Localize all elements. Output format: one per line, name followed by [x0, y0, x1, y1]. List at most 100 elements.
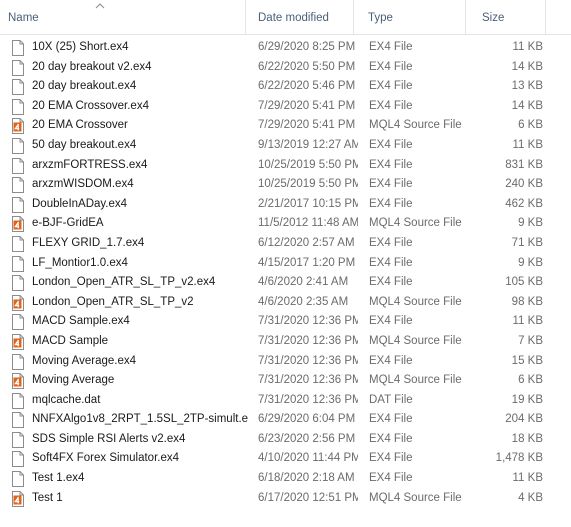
file-type: MQL4 Source File [369, 119, 462, 132]
file-type: EX4 File [369, 60, 413, 73]
file-row[interactable]: 20 day breakout v2.ex4 6/22/2020 5:50 PM E… [0, 58, 571, 78]
file-row[interactable]: Moving Average 7/31/2020 12:36 PM MQL4 Sou… [0, 371, 571, 391]
file-row[interactable]: Test 1.ex4 6/18/2020 2:18 AM EX4 File 11 KB [0, 469, 571, 489]
file-row[interactable]: mqlcache.dat 7/31/2020 12:36 PM DAT File 19… [0, 391, 571, 411]
file-name: 20 day breakout.ex4 [32, 80, 137, 93]
file-row[interactable]: London_Open_ATR_SL_TP_v2 4/6/2020 2:35 AM… [0, 293, 571, 313]
file-date-modified: 6/22/2020 5:46 PM [258, 80, 356, 93]
file-type: MQL4 Source File [369, 491, 462, 504]
file-type: EX4 File [369, 276, 413, 289]
generic-file-icon [12, 412, 24, 429]
file-type: MQL4 Source File [369, 334, 462, 347]
generic-file-icon [12, 275, 24, 292]
file-row[interactable]: e-BJF-GridEA 11/5/2012 11:48 AM MQL4 Sourc… [0, 214, 571, 234]
generic-file-icon [12, 255, 24, 272]
file-size: 15 KB [511, 354, 543, 367]
file-row[interactable]: FLEXY GRID_1.7.ex4 6/12/2020 2:57 AM EX4 F… [0, 234, 571, 254]
file-row[interactable]: NNFXAlgo1v8_2RPT_1.5SL_2TP-simult.ex4 6/2… [0, 410, 571, 430]
column-header-name[interactable]: Name [0, 0, 246, 34]
file-date-modified: 4/6/2020 2:41 AM [258, 276, 349, 289]
column-header-type[interactable]: Type [354, 0, 466, 34]
file-size: 462 KB [505, 197, 543, 210]
file-size: 1,478 KB [495, 452, 543, 465]
file-name: MACD Sample.ex4 [32, 315, 130, 328]
file-size: 9 KB [518, 217, 543, 230]
generic-file-icon [12, 157, 24, 174]
file-row[interactable]: SDS Simple RSI Alerts v2.ex4 6/23/2020 2:… [0, 430, 571, 450]
file-date-modified: 6/12/2020 2:57 AM [258, 236, 355, 249]
file-size: 240 KB [505, 178, 543, 191]
file-date-modified: 4/10/2020 11:44 PM [258, 452, 358, 465]
chevron-up-icon [95, 3, 105, 9]
file-size: 11 KB [512, 138, 543, 151]
generic-file-icon [12, 392, 24, 409]
file-row[interactable]: DoubleInADay.ex4 2/21/2017 10:15 PM EX4 Fi… [0, 195, 571, 215]
mql4-source-icon [12, 294, 24, 311]
file-date-modified: 7/31/2020 12:36 PM [258, 393, 358, 406]
mql4-source-icon [12, 216, 24, 233]
generic-file-icon [12, 137, 24, 154]
file-type: EX4 File [369, 413, 413, 426]
file-row[interactable]: 20 day breakout.ex4 6/22/2020 5:46 PM EX4 … [0, 77, 571, 97]
file-name: DoubleInADay.ex4 [32, 197, 128, 210]
file-row[interactable]: 20 EMA Crossover.ex4 7/29/2020 5:41 PM EX4… [0, 97, 571, 117]
file-type: EX4 File [369, 41, 413, 53]
file-row[interactable]: arxzmFORTRESS.ex4 10/25/2019 5:50 PM EX4 F… [0, 156, 571, 176]
file-size: 6 KB [518, 119, 543, 132]
file-row[interactable]: arxzmWISDOM.ex4 10/25/2019 5:50 PM EX4 Fil… [0, 175, 571, 195]
generic-file-icon [12, 40, 24, 56]
column-header-size[interactable]: Size [466, 0, 546, 34]
file-type: EX4 File [369, 197, 413, 210]
file-type: EX4 File [369, 158, 413, 171]
file-list: Name Date modified Type Size 10X (25) Sh… [0, 0, 571, 527]
mql4-source-icon [12, 118, 24, 135]
file-row[interactable]: London_Open_ATR_SL_TP_v2.ex4 4/6/2020 2:4… [0, 273, 571, 293]
column-header-size-label: Size [482, 12, 505, 24]
file-row[interactable]: MACD Sample 7/31/2020 12:36 PM MQL4 Source… [0, 332, 571, 352]
file-size: 13 KB [511, 80, 543, 93]
file-type: EX4 File [369, 256, 413, 269]
generic-file-icon [12, 79, 24, 96]
file-row[interactable]: 50 day breakout.ex4 9/13/2019 12:27 AM EX4… [0, 136, 571, 156]
mql4-source-icon [12, 333, 24, 350]
file-type: DAT File [369, 393, 413, 406]
generic-file-icon [12, 314, 24, 331]
file-date-modified: 2/21/2017 10:15 PM [258, 197, 358, 210]
file-row[interactable]: Moving Average.ex4 7/31/2020 12:36 PM EX4 … [0, 352, 571, 372]
file-type: MQL4 Source File [369, 295, 462, 308]
file-name: Moving Average [32, 374, 115, 387]
file-row[interactable]: Soft4FX Forex Simulator.ex4 4/10/2020 11:… [0, 449, 571, 469]
file-name: SDS Simple RSI Alerts v2.ex4 [32, 432, 186, 445]
file-size: 98 KB [511, 295, 543, 308]
file-date-modified: 6/17/2020 12:51 PM [258, 491, 358, 504]
file-name: Soft4FX Forex Simulator.ex4 [32, 452, 180, 465]
file-row[interactable]: 10X (25) Short.ex4 6/29/2020 8:25 PM EX4 F… [0, 38, 571, 58]
file-name: NNFXAlgo1v8_2RPT_1.5SL_2TP-simult.ex4 [32, 413, 248, 426]
file-type: EX4 File [369, 432, 413, 445]
file-date-modified: 6/18/2020 2:18 AM [258, 472, 355, 485]
generic-file-icon [12, 177, 24, 194]
file-name: 20 day breakout v2.ex4 [32, 60, 152, 73]
file-name: MACD Sample [32, 334, 109, 347]
file-type: EX4 File [369, 138, 413, 151]
file-name: mqlcache.dat [32, 393, 101, 406]
generic-file-icon [12, 471, 24, 488]
file-row[interactable]: 20 EMA Crossover 7/29/2020 5:41 PM MQL4 So… [0, 116, 571, 136]
file-row[interactable]: MACD Sample.ex4 7/31/2020 12:36 PM EX4 Fil… [0, 312, 571, 332]
file-date-modified: 7/29/2020 5:41 PM [258, 119, 356, 132]
file-name: 10X (25) Short.ex4 [32, 41, 129, 53]
generic-file-icon [12, 196, 24, 213]
column-header-row: Name Date modified Type Size [0, 0, 571, 35]
file-size: 11 KB [512, 472, 543, 485]
file-date-modified: 6/23/2020 2:56 PM [258, 432, 356, 445]
file-date-modified: 11/5/2012 11:48 AM [258, 217, 358, 230]
file-row[interactable]: LF_Montior1.0.ex4 4/15/2017 1:20 PM EX4 Fi… [0, 254, 571, 274]
file-size: 18 KB [511, 432, 543, 445]
file-name: LF_Montior1.0.ex4 [32, 256, 128, 269]
column-header-date[interactable]: Date modified [246, 0, 354, 34]
file-row[interactable]: Test 1 6/17/2020 12:51 PM MQL4 Source File… [0, 489, 571, 509]
file-size: 204 KB [505, 413, 543, 426]
file-date-modified: 7/31/2020 12:36 PM [258, 374, 358, 387]
file-date-modified: 7/31/2020 12:36 PM [258, 334, 358, 347]
file-name: 20 EMA Crossover.ex4 [32, 99, 149, 112]
